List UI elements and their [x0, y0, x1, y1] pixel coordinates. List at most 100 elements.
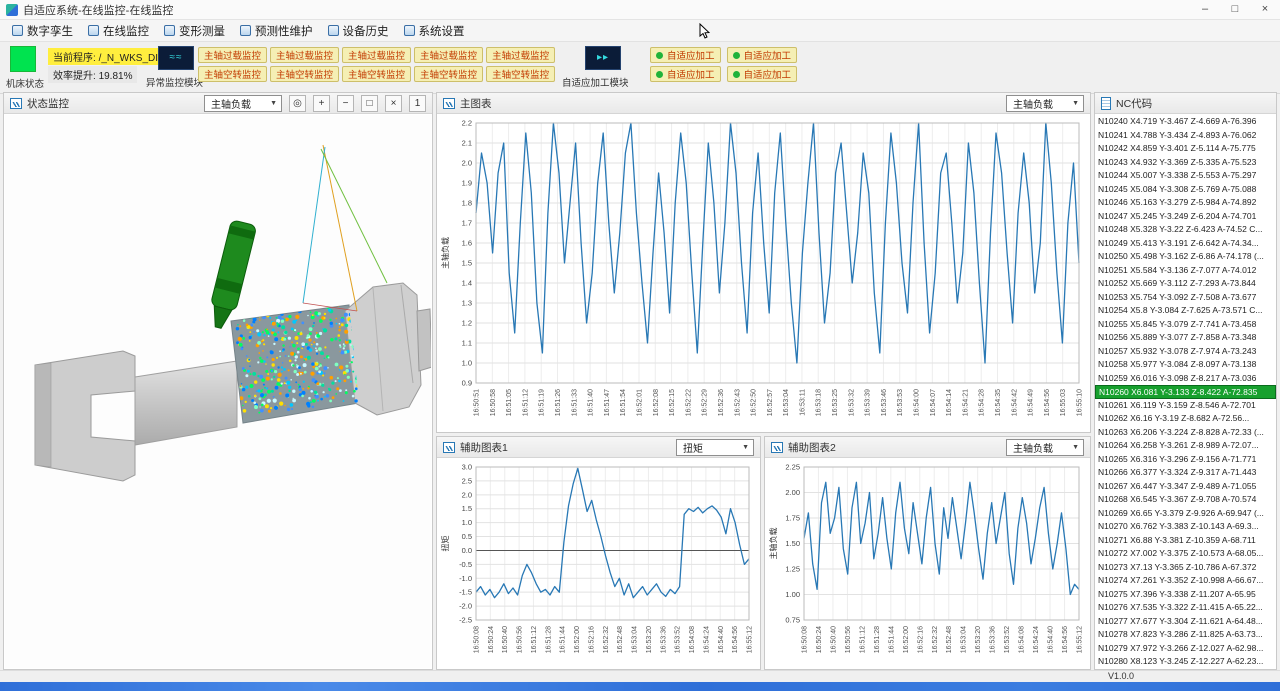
menu-item-system-settings[interactable]: 系统设置 [400, 20, 476, 41]
overload-monitor-button[interactable]: 主轴过载监控 [486, 47, 555, 63]
nc-code-line[interactable]: N10262 X6.16 Y-3.19 Z-8.682 A-72.56... [1095, 412, 1276, 426]
window-title: 自适应系统-在线监控-在线监控 [23, 2, 173, 18]
zoom-in-button[interactable]: + [313, 95, 330, 112]
nc-code-line[interactable]: N10250 X5.498 Y-3.162 Z-6.86 A-74.178 (.… [1095, 250, 1276, 264]
svg-text:1.4: 1.4 [462, 279, 472, 288]
nc-code-line[interactable]: N10249 X5.413 Y-3.191 Z-6.642 A-74.34... [1095, 237, 1276, 251]
menu-item-device-history[interactable]: 设备历史 [324, 20, 400, 41]
nc-code-line[interactable]: N10275 X7.396 Y-3.338 Z-11.207 A-65.95 [1095, 588, 1276, 602]
nc-code-line[interactable]: N10277 X7.677 Y-3.304 Z-11.621 A-64.48..… [1095, 615, 1276, 629]
nc-code-line[interactable]: N10254 X5.8 Y-3.084 Z-7.625 A-73.571 C..… [1095, 304, 1276, 318]
svg-text:16:50:40: 16:50:40 [502, 626, 509, 653]
svg-text:主轴负载: 主轴负载 [768, 528, 778, 560]
nc-code-line[interactable]: N10261 X6.119 Y-3.159 Z-8.546 A-72.701 [1095, 399, 1276, 413]
idle-monitor-button[interactable]: 主轴空转监控 [414, 66, 483, 82]
overload-monitor-button[interactable]: 主轴过载监控 [198, 47, 267, 63]
adaptive-button-label: 自适应加工 [744, 67, 792, 81]
nc-code-line[interactable]: N10252 X5.669 Y-3.112 Z-7.293 A-73.844 [1095, 277, 1276, 291]
rotate-view-button[interactable]: ◎ [289, 95, 306, 112]
overload-monitor-button[interactable]: 主轴过载监控 [342, 47, 411, 63]
nc-code-line[interactable]: N10270 X6.762 Y-3.383 Z-10.143 A-69.3... [1095, 520, 1276, 534]
reset-view-button[interactable]: × [385, 95, 402, 112]
nc-code-line[interactable]: N10244 X5.007 Y-3.338 Z-5.553 A-75.297 [1095, 169, 1276, 183]
svg-text:16:52:08: 16:52:08 [653, 389, 660, 416]
nc-code-line[interactable]: N10245 X5.084 Y-3.308 Z-5.769 A-75.088 [1095, 183, 1276, 197]
nc-code-line[interactable]: N10272 X7.002 Y-3.375 Z-10.573 A-68.05..… [1095, 547, 1276, 561]
chevron-down-icon: ▼ [1072, 444, 1079, 451]
menu-item-online-monitor[interactable]: 在线监控 [84, 20, 160, 41]
close-button[interactable]: × [1250, 0, 1280, 19]
zoom-out-button[interactable]: − [337, 95, 354, 112]
nc-code-line[interactable]: N10240 X4.719 Y-3.467 Z-4.669 A-76.396 [1095, 115, 1276, 129]
adaptive-machining-button[interactable]: 自适应加工 [727, 66, 798, 82]
svg-text:16:53:04: 16:53:04 [961, 626, 968, 653]
svg-text:16:51:28: 16:51:28 [545, 626, 552, 653]
nc-code-line[interactable]: N10264 X6.258 Y-3.261 Z-8.989 A-72.07... [1095, 439, 1276, 453]
svg-text:16:53:18: 16:53:18 [816, 389, 823, 416]
device-history-icon [328, 25, 339, 36]
nc-code-line[interactable]: N10257 X5.932 Y-3.078 Z-7.974 A-73.243 [1095, 345, 1276, 359]
adaptive-machining-button[interactable]: 自适应加工 [727, 47, 798, 63]
chevron-down-icon: ▼ [270, 100, 277, 107]
view-metric-select[interactable]: 主轴负载 ▼ [204, 95, 282, 112]
nc-code-line[interactable]: N10271 X6.88 Y-3.381 Z-10.359 A-68.711 [1095, 534, 1276, 548]
svg-text:16:50:40: 16:50:40 [830, 626, 837, 653]
nc-code-line[interactable]: N10255 X5.845 Y-3.079 Z-7.741 A-73.458 [1095, 318, 1276, 332]
svg-text:1.25: 1.25 [785, 565, 800, 574]
nc-code-line[interactable]: N10273 X7.13 Y-3.365 Z-10.786 A-67.372 [1095, 561, 1276, 575]
svg-text:16:52:00: 16:52:00 [903, 626, 910, 653]
menu-item-deformation-measure[interactable]: 变形测量 [160, 20, 236, 41]
menu-item-digital-twin[interactable]: 数字孪生 [8, 20, 84, 41]
nc-code-line[interactable]: N10260 X6.081 Y-3.133 Z-8.422 A-72.835 [1095, 385, 1276, 399]
overload-monitor-button[interactable]: 主轴过载监控 [270, 47, 339, 63]
minimize-button[interactable]: – [1190, 0, 1220, 19]
nc-code-line[interactable]: N10248 X5.328 Y-3.22 Z-6.423 A-74.52 C..… [1095, 223, 1276, 237]
selected-value: 扭矩 [683, 440, 703, 455]
nc-code-line[interactable]: N10246 X5.163 Y-3.279 Z-5.984 A-74.892 [1095, 196, 1276, 210]
nc-code-line[interactable]: N10269 X6.65 Y-3.379 Z-9.926 A-69.947 (.… [1095, 507, 1276, 521]
menu-label: 设备历史 [343, 23, 389, 39]
nc-code-line[interactable]: N10241 X4.788 Y-3.434 Z-4.893 A-76.062 [1095, 129, 1276, 143]
main-chart-metric-select[interactable]: 主轴负载 ▼ [1006, 95, 1084, 112]
nc-code-line[interactable]: N10280 X8.123 Y-3.245 Z-12.227 A-62.23..… [1095, 655, 1276, 669]
overload-monitor-button[interactable]: 主轴过载监控 [414, 47, 483, 63]
fit-view-button[interactable]: □ [361, 95, 378, 112]
aux-chart-2-metric-select[interactable]: 主轴负载 ▼ [1006, 439, 1084, 456]
nc-code-line[interactable]: N10253 X5.754 Y-3.092 Z-7.508 A-73.677 [1095, 291, 1276, 305]
maximize-button[interactable]: □ [1220, 0, 1250, 19]
svg-text:1.0: 1.0 [462, 518, 472, 527]
nc-code-line[interactable]: N10278 X7.823 Y-3.286 Z-11.825 A-63.73..… [1095, 628, 1276, 642]
idle-monitor-button[interactable]: 主轴空转监控 [342, 66, 411, 82]
nc-code-line[interactable]: N10266 X6.377 Y-3.324 Z-9.317 A-71.443 [1095, 466, 1276, 480]
aux-chart-1-metric-select[interactable]: 扭矩 ▼ [676, 439, 754, 456]
nc-code-line[interactable]: N10242 X4.859 Y-3.401 Z-5.114 A-75.775 [1095, 142, 1276, 156]
nc-code-line[interactable]: N10258 X5.977 Y-3.084 Z-8.097 A-73.138 [1095, 358, 1276, 372]
idle-monitor-button[interactable]: 主轴空转监控 [198, 66, 267, 82]
nc-code-line[interactable]: N10243 X4.932 Y-3.369 Z-5.335 A-75.523 [1095, 156, 1276, 170]
machine-3d-viewport[interactable] [5, 115, 431, 668]
nc-code-line[interactable]: N10274 X7.261 Y-3.352 Z-10.998 A-66.67..… [1095, 574, 1276, 588]
view-scale-box: 1 [409, 95, 426, 112]
green-status-dot [733, 52, 740, 59]
svg-text:2.25: 2.25 [785, 463, 800, 472]
nc-code-line[interactable]: N10256 X5.889 Y-3.077 Z-7.858 A-73.348 [1095, 331, 1276, 345]
adaptive-machining-button[interactable]: 自适应加工 [650, 66, 721, 82]
adaptive-machining-button[interactable]: 自适应加工 [650, 47, 721, 63]
idle-monitor-button[interactable]: 主轴空转监控 [486, 66, 555, 82]
menu-item-predictive-maintenance[interactable]: 预测性维护 [236, 20, 324, 41]
nc-code-line[interactable]: N10268 X6.545 Y-3.367 Z-9.708 A-70.574 [1095, 493, 1276, 507]
main-chart-header: 主图表 主轴负载 ▼ [437, 93, 1090, 114]
nc-code-line[interactable]: N10247 X5.245 Y-3.249 Z-6.204 A-74.701 [1095, 210, 1276, 224]
svg-text:0.0: 0.0 [462, 546, 472, 555]
nc-code-line[interactable]: N10279 X7.972 Y-3.266 Z-12.027 A-62.98..… [1095, 642, 1276, 656]
svg-text:16:53:53: 16:53:53 [897, 389, 904, 416]
idle-monitor-button[interactable]: 主轴空转监控 [270, 66, 339, 82]
nc-code-line[interactable]: N10265 X6.316 Y-3.296 Z-9.156 A-71.771 [1095, 453, 1276, 467]
nc-code-line[interactable]: N10276 X7.535 Y-3.322 Z-11.415 A-65.22..… [1095, 601, 1276, 615]
nc-code-line[interactable]: N10267 X6.447 Y-3.347 Z-9.489 A-71.055 [1095, 480, 1276, 494]
nc-code-list[interactable]: N10240 X4.719 Y-3.467 Z-4.669 A-76.396N1… [1095, 115, 1276, 669]
nc-code-line[interactable]: N10251 X5.584 Y-3.136 Z-7.077 A-74.012 [1095, 264, 1276, 278]
nc-code-line[interactable]: N10263 X6.206 Y-3.224 Z-8.828 A-72.33 (.… [1095, 426, 1276, 440]
nc-code-line[interactable]: N10259 X6.016 Y-3.098 Z-8.217 A-73.036 [1095, 372, 1276, 386]
svg-text:16:53:20: 16:53:20 [646, 626, 653, 653]
